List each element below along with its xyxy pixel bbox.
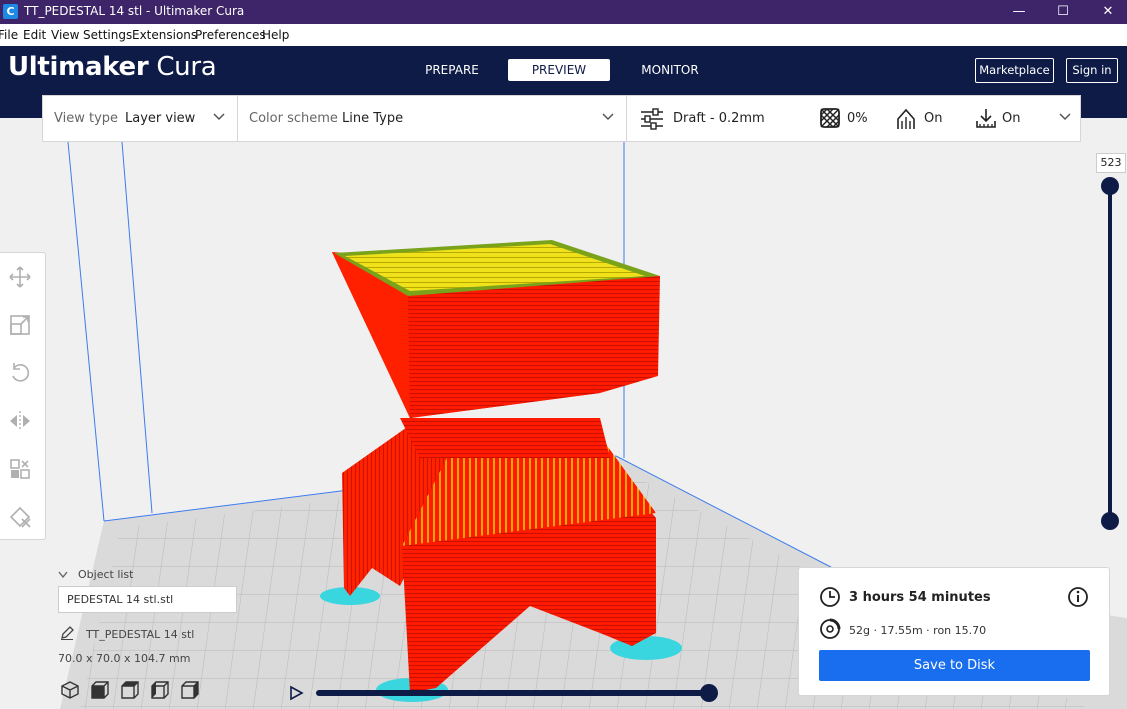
rotate-tool-icon[interactable]: [8, 361, 32, 385]
menu-file[interactable]: File: [0, 28, 18, 42]
print-time: 3 hours 54 minutes: [849, 590, 991, 605]
chevron-down-icon: [1059, 113, 1071, 121]
adhesion-icon: [976, 109, 996, 128]
minimize-button[interactable]: —: [996, 0, 1042, 24]
info-icon[interactable]: [1067, 586, 1089, 608]
view-type-value: Layer view: [125, 111, 196, 126]
object-list-item[interactable]: PEDESTAL 14 stl.stl: [58, 586, 237, 613]
profile-value: Draft - 0.2mm: [673, 111, 765, 126]
view-type-label: View type: [54, 111, 119, 126]
front-view-icon[interactable]: [90, 680, 110, 700]
clock-icon: [820, 587, 840, 607]
top-view-icon[interactable]: [120, 680, 140, 700]
layer-slider-bottom-handle[interactable]: [1101, 512, 1119, 530]
current-layer-field[interactable]: 523: [1096, 153, 1126, 173]
menu-view[interactable]: View: [51, 28, 79, 42]
menu-bar: File Edit View Settings Extensions Prefe…: [0, 24, 1127, 46]
print-info-panel: 3 hours 54 minutes 52g · 17.55m · ron 15…: [798, 567, 1110, 696]
chevron-down-icon: [213, 113, 225, 121]
menu-edit[interactable]: Edit: [23, 28, 46, 42]
sliders-icon: [641, 108, 663, 130]
menu-preferences[interactable]: Preferences: [195, 28, 266, 42]
menu-settings[interactable]: Settings: [83, 28, 132, 42]
maximize-button[interactable]: ☐: [1040, 0, 1086, 24]
stage-monitor[interactable]: MONITOR: [624, 59, 716, 81]
object-list-toggle[interactable]: Object list: [58, 568, 133, 581]
spool-icon: [820, 618, 841, 639]
menu-help[interactable]: Help: [262, 28, 289, 42]
right-view-icon[interactable]: [180, 680, 200, 700]
scale-tool-icon[interactable]: [8, 313, 32, 337]
play-icon[interactable]: [288, 685, 304, 701]
stage-preview[interactable]: PREVIEW: [508, 59, 610, 81]
mirror-tool-icon[interactable]: [8, 409, 32, 433]
per-model-settings-icon[interactable]: [8, 457, 32, 481]
support-value: On: [924, 111, 943, 126]
view-settings-toolbar: View type Layer view Color scheme Line T…: [42, 95, 1081, 142]
color-scheme-value: Line Type: [342, 111, 404, 126]
simulation-playbar: [288, 682, 728, 704]
chevron-down-icon: [602, 113, 614, 121]
sign-in-button[interactable]: Sign in: [1066, 58, 1118, 83]
ultimaker-cura-logo: Ultimaker Cura: [8, 52, 217, 82]
infill-value: 0%: [847, 111, 868, 126]
3d-view-icon[interactable]: [60, 680, 80, 700]
layer-slider[interactable]: [1098, 150, 1122, 540]
support-blocker-icon[interactable]: [8, 505, 32, 529]
path-slider-handle[interactable]: [700, 684, 718, 702]
move-tool-icon[interactable]: [8, 265, 32, 289]
object-list-header: Object list: [78, 568, 134, 581]
cura-window: C TT_PEDESTAL 14 stl - Ultimaker Cura — …: [0, 0, 1127, 709]
cura-app-icon: C: [3, 4, 18, 19]
pencil-icon[interactable]: [60, 626, 74, 640]
camera-view-buttons: [60, 680, 200, 702]
stage-prepare[interactable]: PREPARE: [408, 59, 496, 81]
window-title: TT_PEDESTAL 14 stl - Ultimaker Cura: [24, 4, 245, 18]
transform-tools-panel: [0, 252, 46, 540]
object-list-panel: Object list PEDESTAL 14 stl.stl TT_PEDES…: [58, 566, 248, 676]
infill-icon: [820, 108, 840, 128]
support-icon: [897, 108, 915, 129]
material-usage: 52g · 17.55m · ron 15.70: [849, 624, 987, 637]
chevron-down-icon: [58, 571, 68, 579]
left-view-icon[interactable]: [150, 680, 170, 700]
color-scheme-dropdown[interactable]: Color scheme Line Type: [238, 96, 626, 141]
object-name: TT_PEDESTAL 14 stl: [86, 628, 195, 641]
object-dimensions: 70.0 x 70.0 x 104.7 mm: [58, 652, 191, 665]
title-bar: C TT_PEDESTAL 14 stl - Ultimaker Cura — …: [0, 0, 1127, 24]
layer-slider-top-handle[interactable]: [1101, 177, 1119, 195]
close-button[interactable]: ✕: [1085, 0, 1127, 24]
color-scheme-label: Color scheme: [249, 111, 338, 126]
marketplace-button[interactable]: Marketplace: [975, 58, 1054, 83]
adhesion-value: On: [1002, 111, 1021, 126]
view-type-dropdown[interactable]: View type Layer view: [43, 96, 237, 141]
path-slider-track[interactable]: [316, 690, 708, 696]
print-settings-button[interactable]: Draft - 0.2mm 0% On On: [627, 96, 1081, 141]
save-to-disk-button[interactable]: Save to Disk: [819, 650, 1090, 681]
menu-extensions[interactable]: Extensions: [132, 28, 197, 42]
layer-slider-track[interactable]: [1108, 186, 1112, 522]
